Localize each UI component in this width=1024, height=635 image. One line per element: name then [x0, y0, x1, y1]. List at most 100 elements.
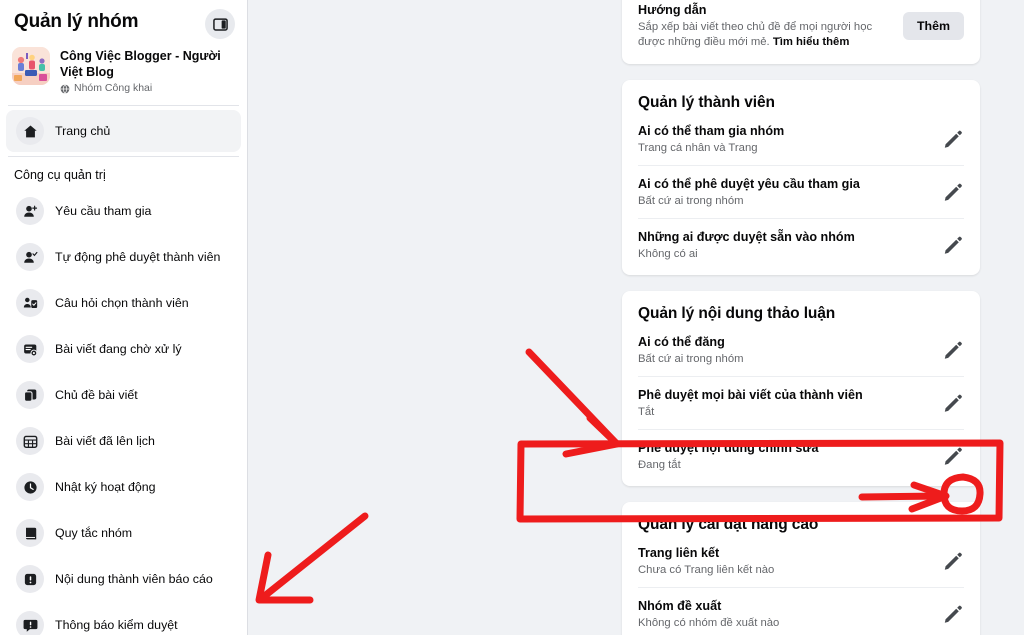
setting-value: Bất cứ ai trong nhóm — [638, 353, 744, 365]
sidebar-item-home[interactable]: Trang chủ — [6, 110, 241, 152]
advanced-settings-management-card: Quản lý cài đặt nâng cao Trang liên kết … — [622, 502, 980, 635]
setting-row[interactable]: Nhóm đề xuất Không có nhóm đề xuất nào — [638, 587, 964, 635]
guide-card: Hướng dẫn Sắp xếp bài viết theo chủ đề đ… — [622, 0, 980, 64]
pencil-icon[interactable] — [942, 392, 964, 414]
setting-text: Nhóm đề xuất Không có nhóm đề xuất nào — [638, 598, 779, 630]
side-panel-toggle-button[interactable] — [205, 9, 235, 39]
sidebar-item-moderation-alerts[interactable]: Thông báo kiểm duyệt — [6, 604, 241, 635]
guide-description: Sắp xếp bài viết theo chủ đề để mọi ngườ… — [638, 20, 889, 50]
home-icon — [16, 117, 44, 145]
add-button[interactable]: Thêm — [902, 12, 964, 40]
setting-row[interactable]: Ai có thể phê duyệt yêu cầu tham gia Bất… — [638, 165, 964, 218]
group-privacy: Nhóm Công khai — [60, 82, 235, 95]
sidebar-item-scheduled-posts[interactable]: Bài viết đã lên lịch — [6, 420, 241, 462]
membership-questions-icon — [16, 289, 44, 317]
setting-value: Bất cứ ai trong nhóm — [638, 195, 744, 207]
member-management-card: Quản lý thành viên Ai có thể tham gia nh… — [622, 80, 980, 275]
admin-tools-section-label: Công cụ quản trị — [14, 168, 106, 182]
setting-name: Phê duyệt nội dung chỉnh sửa — [638, 441, 819, 455]
setting-value: Không có nhóm đề xuất nào — [638, 617, 780, 629]
pencil-icon[interactable] — [942, 550, 964, 572]
sidebar-item-label: Bài viết đã lên lịch — [55, 434, 155, 448]
sidebar-item-label: Nội dung thành viên báo cáo — [55, 572, 213, 586]
pencil-icon[interactable] — [942, 234, 964, 256]
side-panel-icon — [212, 17, 228, 31]
chat-alert-icon — [16, 611, 44, 635]
setting-row[interactable]: Ai có thể đăng Bất cứ ai trong nhóm — [638, 332, 964, 376]
setting-text: Ai có thể tham gia nhóm Trang cá nhân và… — [638, 123, 784, 155]
pencil-icon[interactable] — [942, 339, 964, 361]
sidebar-item-join-requests[interactable]: Yêu cầu tham gia — [6, 190, 241, 232]
setting-name: Trang liên kết — [638, 546, 720, 560]
setting-value: Chưa có Trang liên kết nào — [638, 564, 775, 576]
sidebar-item-label: Quy tắc nhóm — [55, 526, 133, 540]
pencil-icon[interactable] — [942, 128, 964, 150]
discussion-content-management-card: Quản lý nội dung thảo luận Ai có thể đăn… — [622, 291, 980, 486]
sidebar-item-label: Thông báo kiểm duyệt — [55, 618, 178, 632]
group-name: Công Việc Blogger - Người Việt Blog — [60, 49, 221, 79]
sidebar-item-auto-approve-members[interactable]: Tự động phê duyệt thành viên — [6, 236, 241, 278]
setting-name: Những ai được duyệt sẵn vào nhóm — [638, 230, 855, 244]
sidebar-item-pending-posts[interactable]: Bài viết đang chờ xử lý — [6, 328, 241, 370]
person-check-icon — [16, 243, 44, 271]
sidebar-item-label: Câu hỏi chọn thành viên — [55, 296, 189, 310]
guide-text: Hướng dẫn Sắp xếp bài viết theo chủ đề đ… — [638, 2, 889, 50]
settings-card-column: Hướng dẫn Sắp xếp bài viết theo chủ đề đ… — [622, 0, 980, 635]
setting-text: Ai có thể đăng Bất cứ ai trong nhóm — [638, 334, 744, 366]
avatar — [12, 47, 50, 85]
divider — [8, 105, 239, 106]
screen-root: Quản lý nhóm Công Việc Blogger - Người V… — [0, 0, 1024, 635]
pending-posts-icon — [16, 335, 44, 363]
sidebar-item-membership-questions[interactable]: Câu hỏi chọn thành viên — [6, 282, 241, 324]
sidebar-item-post-topics[interactable]: Chủ đề bài viết — [6, 374, 241, 416]
learn-more-link[interactable]: Tìm hiểu thêm — [773, 36, 850, 48]
setting-row[interactable]: Phê duyệt mọi bài viết của thành viên Tắ… — [638, 376, 964, 429]
sidebar-item-label: Trang chủ — [55, 124, 111, 138]
setting-row[interactable]: Ai có thể tham gia nhóm Trang cá nhân và… — [638, 121, 964, 165]
book-icon — [16, 519, 44, 547]
sidebar-item-label: Bài viết đang chờ xử lý — [55, 342, 182, 356]
setting-text: Phê duyệt mọi bài viết của thành viên Tắ… — [638, 387, 863, 419]
setting-value: Đang tắt — [638, 459, 681, 471]
setting-row-linked-page[interactable]: Trang liên kết Chưa có Trang liên kết nà… — [638, 543, 964, 587]
alert-icon — [16, 565, 44, 593]
setting-name: Ai có thể phê duyệt yêu cầu tham gia — [638, 177, 860, 191]
pencil-icon[interactable] — [942, 603, 964, 625]
group-privacy-label: Nhóm Công khai — [74, 82, 153, 94]
group-avatar-illustration — [12, 47, 50, 85]
sidebar-item-reported-content[interactable]: Nội dung thành viên báo cáo — [6, 558, 241, 600]
guide-title: Hướng dẫn — [638, 3, 707, 17]
setting-row[interactable]: Phê duyệt nội dung chỉnh sửa Đang tắt — [638, 429, 964, 486]
person-add-icon — [16, 197, 44, 225]
setting-name: Ai có thể đăng — [638, 335, 725, 349]
setting-row[interactable]: Những ai được duyệt sẵn vào nhóm Không c… — [638, 218, 964, 275]
post-topics-icon — [16, 381, 44, 409]
sidebar-item-group-rules[interactable]: Quy tắc nhóm — [6, 512, 241, 554]
sidebar-item-label: Chủ đề bài viết — [55, 388, 138, 402]
setting-text: Những ai được duyệt sẵn vào nhóm Không c… — [638, 229, 855, 261]
setting-text: Trang liên kết Chưa có Trang liên kết nà… — [638, 545, 774, 577]
group-meta: Công Việc Blogger - Người Việt Blog Nhóm… — [60, 47, 235, 95]
sidebar-item-label: Tự động phê duyệt thành viên — [55, 250, 221, 264]
setting-value: Trang cá nhân và Trang — [638, 142, 758, 154]
page-title: Quản lý nhóm — [14, 11, 139, 32]
pencil-icon[interactable] — [942, 181, 964, 203]
setting-value: Tắt — [638, 406, 655, 418]
sidebar-item-activity-log[interactable]: Nhật ký hoạt động — [6, 466, 241, 508]
setting-name: Phê duyệt mọi bài viết của thành viên — [638, 388, 863, 402]
globe-icon — [60, 83, 70, 94]
setting-value: Không có ai — [638, 248, 698, 260]
sidebar-item-label: Yêu cầu tham gia — [55, 204, 152, 218]
sidebar-header: Quản lý nhóm — [0, 0, 247, 45]
clock-icon — [16, 473, 44, 501]
group-identity-row[interactable]: Công Việc Blogger - Người Việt Blog Nhóm… — [0, 45, 247, 105]
card-title: Quản lý thành viên — [638, 94, 775, 111]
pencil-icon[interactable] — [942, 445, 964, 467]
card-title: Quản lý nội dung thảo luận — [638, 305, 836, 322]
calendar-icon — [16, 427, 44, 455]
settings-main-content: Hướng dẫn Sắp xếp bài viết theo chủ đề đ… — [249, 0, 1024, 635]
sidebar-item-label: Nhật ký hoạt động — [55, 480, 156, 494]
setting-text: Ai có thể phê duyệt yêu cầu tham gia Bất… — [638, 176, 860, 208]
group-admin-sidebar: Quản lý nhóm Công Việc Blogger - Người V… — [0, 0, 248, 635]
guide-row: Hướng dẫn Sắp xếp bài viết theo chủ đề đ… — [638, 2, 964, 50]
